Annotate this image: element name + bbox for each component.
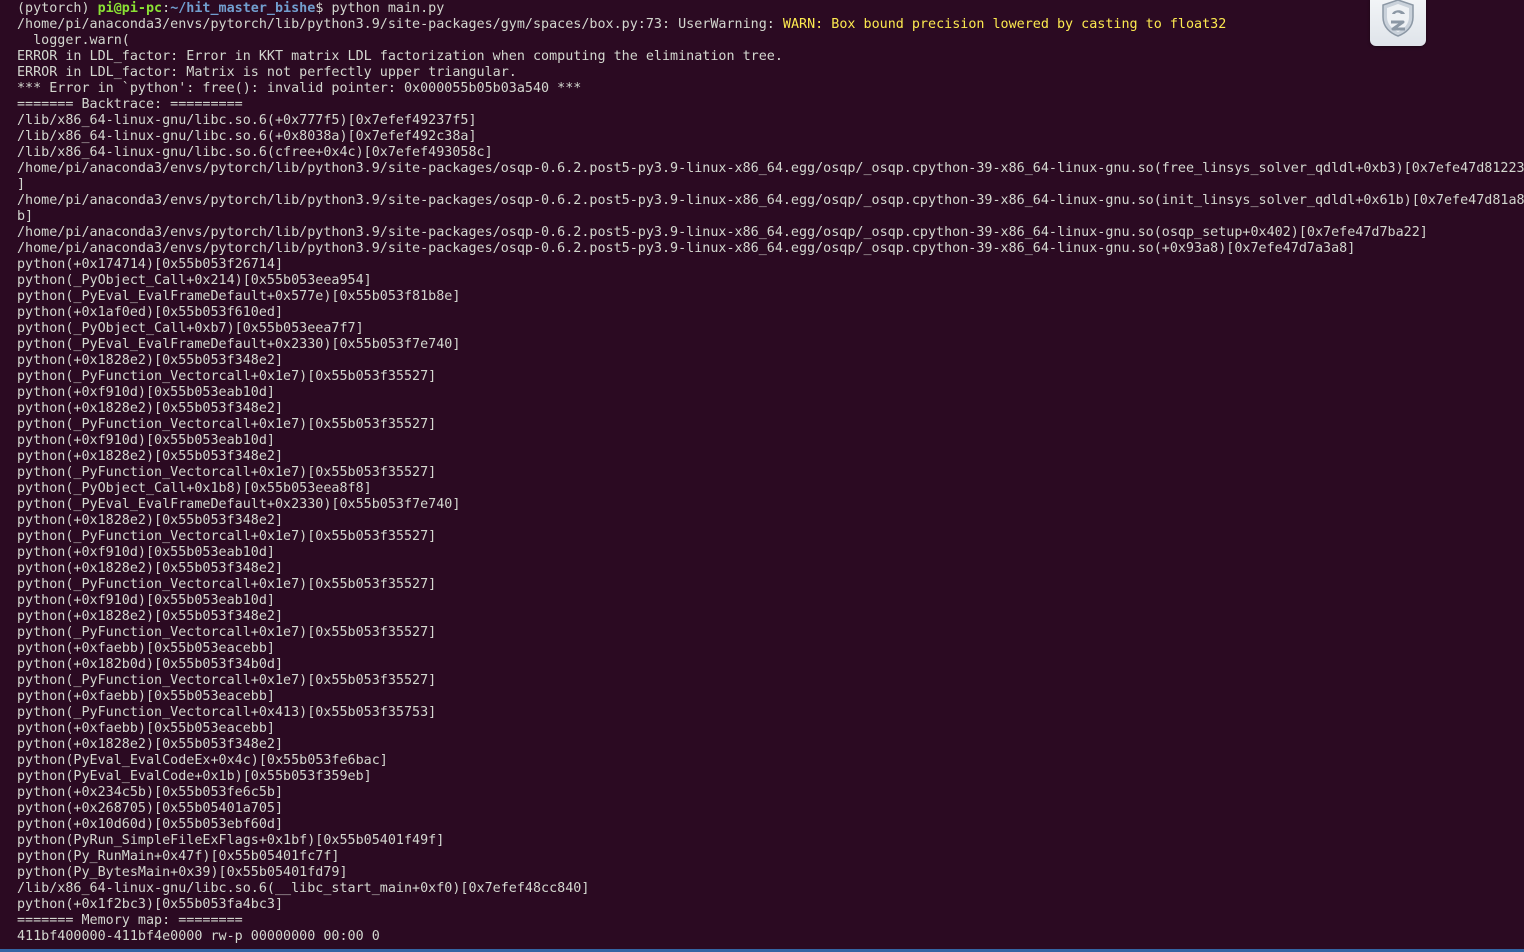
working-directory: ~/hit_master_bishe xyxy=(170,1,316,16)
output-line: ERROR in LDL_factor: Matrix is not perfe… xyxy=(17,65,517,80)
output-line: ERROR in LDL_factor: Error in KKT matrix… xyxy=(17,49,783,64)
output-line: python(_PyEval_EvalFrameDefault+0x2330)[… xyxy=(17,497,461,512)
output-line: python(+0xf910d)[0x55b053eab10d] xyxy=(17,433,275,448)
output-line: ] xyxy=(17,177,26,192)
output-line: python(+0xfaebb)[0x55b053eacebb] xyxy=(17,689,275,704)
output-line: python(_PyFunction_Vectorcall+0x413)[0x5… xyxy=(17,705,437,720)
shield-icon xyxy=(1379,0,1417,43)
output-line: b] xyxy=(17,209,34,224)
output-line: python(_PyEval_EvalFrameDefault+0x2330)[… xyxy=(17,337,461,352)
output-line: python(+0x1f2bc3)[0x55b053fa4bc3] xyxy=(17,897,284,912)
output-line: /home/pi/anaconda3/envs/pytorch/lib/pyth… xyxy=(17,193,1524,208)
output-line: ======= Memory map: ======== xyxy=(17,913,243,928)
command-prompt-line: (pytorch) pi@pi-pc:~/hit_master_bishe$ p… xyxy=(17,1,1524,17)
warning-prefix: /home/pi/anaconda3/envs/pytorch/lib/pyth… xyxy=(17,17,783,32)
output-line: python(+0x1af0ed)[0x55b053f610ed] xyxy=(17,305,284,320)
terminal-output: logger.warn(ERROR in LDL_factor: Error i… xyxy=(17,33,1524,945)
output-line: python(+0x1828e2)[0x55b053f348e2] xyxy=(17,737,284,752)
warning-message: WARN: Box bound precision lowered by cas… xyxy=(782,17,1227,32)
output-line: python(_PyObject_Call+0xb7)[0x55b053eea7… xyxy=(17,321,364,336)
output-line: python(+0x234c5b)[0x55b053fe6c5b] xyxy=(17,785,284,800)
output-line: 411bf400000-411bf4e0000 rw-p 00000000 00… xyxy=(17,929,380,944)
output-line: /home/pi/anaconda3/envs/pytorch/lib/pyth… xyxy=(17,161,1524,176)
output-line: python(+0x1828e2)[0x55b053f348e2] xyxy=(17,353,284,368)
output-line: python(_PyObject_Call+0x214)[0x55b053eea… xyxy=(17,273,372,288)
output-line: python(_PyFunction_Vectorcall+0x1e7)[0x5… xyxy=(17,529,437,544)
output-line: /lib/x86_64-linux-gnu/libc.so.6(cfree+0x… xyxy=(17,145,493,160)
output-line: python(+0xfaebb)[0x55b053eacebb] xyxy=(17,721,275,736)
security-app-badge[interactable] xyxy=(1370,0,1426,46)
command-text: python main.py xyxy=(331,1,445,16)
output-line: ======= Backtrace: ========= xyxy=(17,97,243,112)
output-line: python(_PyFunction_Vectorcall+0x1e7)[0x5… xyxy=(17,369,437,384)
output-line: *** Error in `python': free(): invalid p… xyxy=(17,81,582,96)
output-line: /home/pi/anaconda3/envs/pytorch/lib/pyth… xyxy=(17,241,1356,256)
output-line: python(_PyFunction_Vectorcall+0x1e7)[0x5… xyxy=(17,625,437,640)
output-line: python(+0xf910d)[0x55b053eab10d] xyxy=(17,545,275,560)
output-line: python(+0x1828e2)[0x55b053f348e2] xyxy=(17,401,284,416)
output-line: python(_PyFunction_Vectorcall+0x1e7)[0x5… xyxy=(17,465,437,480)
prompt-separator: : xyxy=(162,1,171,16)
output-line: python(_PyFunction_Vectorcall+0x1e7)[0x5… xyxy=(17,417,437,432)
output-line: python(+0x1828e2)[0x55b053f348e2] xyxy=(17,449,284,464)
output-line: python(_PyObject_Call+0x1b8)[0x55b053eea… xyxy=(17,481,372,496)
output-line: logger.warn( xyxy=(17,33,130,48)
output-line: python(_PyFunction_Vectorcall+0x1e7)[0x5… xyxy=(17,673,437,688)
warning-line: /home/pi/anaconda3/envs/pytorch/lib/pyth… xyxy=(17,17,1524,33)
output-line: python(+0x174714)[0x55b053f26714] xyxy=(17,257,284,272)
output-line: python(PyRun_SimpleFileExFlags+0x1bf)[0x… xyxy=(17,833,445,848)
output-line: python(+0x268705)[0x55b05401a705] xyxy=(17,801,284,816)
output-line: python(+0xf910d)[0x55b053eab10d] xyxy=(17,593,275,608)
output-line: /home/pi/anaconda3/envs/pytorch/lib/pyth… xyxy=(17,225,1428,240)
output-line: /lib/x86_64-linux-gnu/libc.so.6(__libc_s… xyxy=(17,881,590,896)
terminal-window[interactable]: (pytorch) pi@pi-pc:~/hit_master_bishe$ p… xyxy=(0,0,1524,952)
output-line: python(+0xfaebb)[0x55b053eacebb] xyxy=(17,641,275,656)
prompt-symbol: $ xyxy=(315,1,332,16)
output-line: python(PyEval_EvalCodeEx+0x4c)[0x55b053f… xyxy=(17,753,388,768)
output-line: python(_PyEval_EvalFrameDefault+0x577e)[… xyxy=(17,289,461,304)
output-line: python(+0x182b0d)[0x55b053f34b0d] xyxy=(17,657,284,672)
output-line: python(+0x10d60d)[0x55b053ebf60d] xyxy=(17,817,284,832)
output-line: /lib/x86_64-linux-gnu/libc.so.6(+0x777f5… xyxy=(17,113,477,128)
output-line: /lib/x86_64-linux-gnu/libc.so.6(+0x8038a… xyxy=(17,129,477,144)
user-host: pi@pi-pc xyxy=(97,1,163,16)
output-line: python(+0xf910d)[0x55b053eab10d] xyxy=(17,385,275,400)
output-line: python(+0x1828e2)[0x55b053f348e2] xyxy=(17,609,284,624)
output-line: python(PyEval_EvalCode+0x1b)[0x55b053f35… xyxy=(17,769,372,784)
conda-env-label: (pytorch) xyxy=(17,1,98,16)
output-line: python(Py_BytesMain+0x39)[0x55b05401fd79… xyxy=(17,865,348,880)
output-line: python(Py_RunMain+0x47f)[0x55b05401fc7f] xyxy=(17,849,340,864)
output-line: python(+0x1828e2)[0x55b053f348e2] xyxy=(17,513,284,528)
output-line: python(+0x1828e2)[0x55b053f348e2] xyxy=(17,561,284,576)
output-line: python(_PyFunction_Vectorcall+0x1e7)[0x5… xyxy=(17,577,437,592)
